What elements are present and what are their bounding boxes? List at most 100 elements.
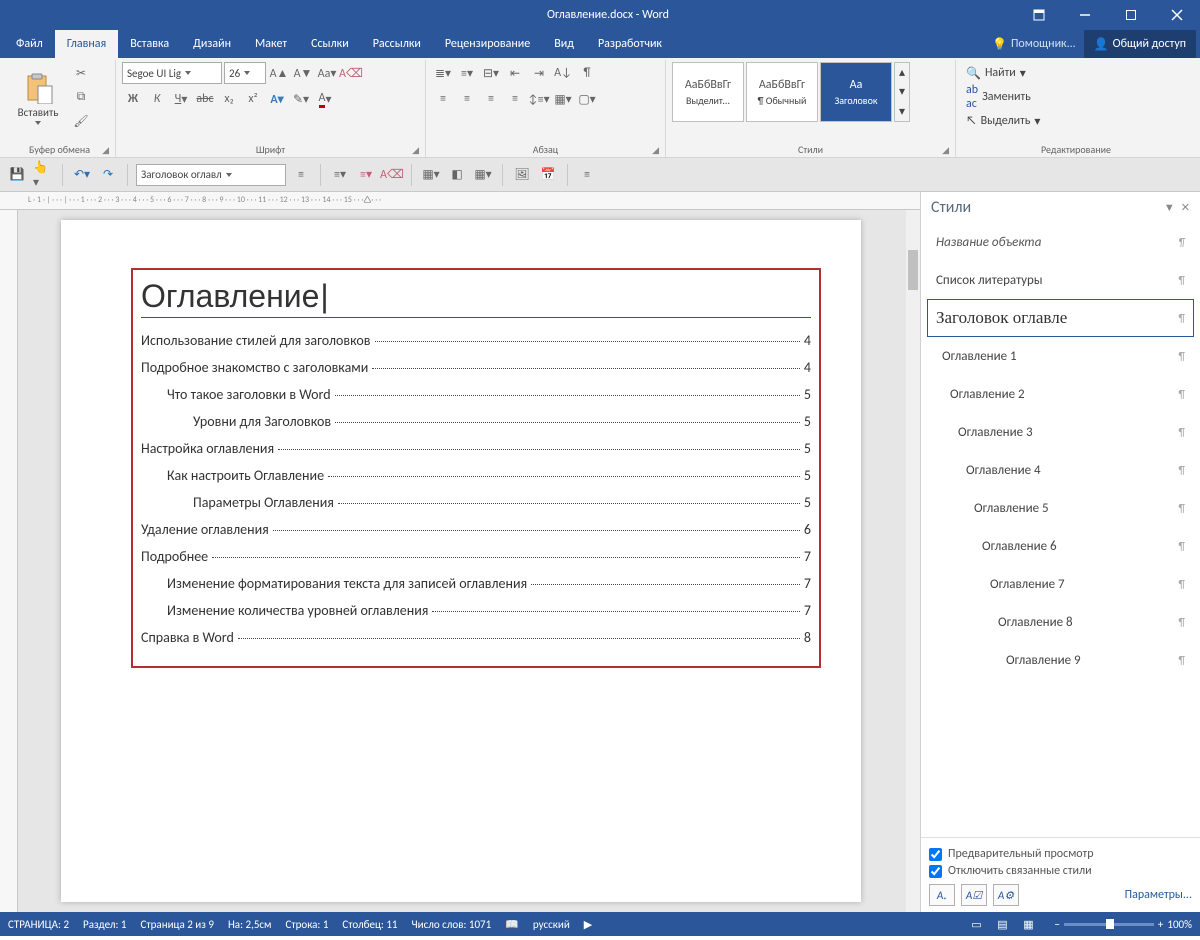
tab-главная[interactable]: Главная (55, 30, 118, 58)
font-name-select[interactable]: Segoe UI Lig (122, 62, 222, 84)
toc-entry[interactable]: Подробное знакомство с заголовками4 (141, 359, 811, 376)
font-size-select[interactable]: 26 (224, 62, 266, 84)
format-painter-icon[interactable]: 🖌 (70, 110, 92, 132)
style-item[interactable]: Оглавление 5¶ (927, 489, 1194, 527)
font-color-icon[interactable]: A▾ (314, 88, 336, 110)
pane-close-icon[interactable]: ✕ (1181, 201, 1190, 214)
qat-table-icon[interactable]: ▦▾ (420, 164, 442, 186)
zoom-level[interactable]: 100% (1167, 918, 1192, 931)
style-item[interactable]: Оглавление 4¶ (927, 451, 1194, 489)
horizontal-ruler[interactable]: L · 1 · | · · · | · · · 1 · · · 2 · · · … (0, 192, 920, 210)
style-item[interactable]: Оглавление 8¶ (927, 603, 1194, 641)
style-chip[interactable]: АаЗаголовок (820, 62, 892, 122)
align-right-icon[interactable]: ≡ (480, 88, 502, 110)
qat-more-icon[interactable]: ≡ (576, 164, 598, 186)
qat-list-icon[interactable]: ≡ (290, 164, 312, 186)
toc-entry[interactable]: Параметры Оглавления5 (141, 494, 811, 511)
status-line[interactable]: Строка: 1 (286, 918, 329, 931)
style-inspector-button[interactable]: A☑ (961, 884, 987, 906)
toc-entry[interactable]: Удаление оглавления6 (141, 521, 811, 538)
numbering-icon[interactable]: ≡▾ (456, 62, 478, 84)
disable-linked-checkbox[interactable]: Отключить связанные стили (929, 864, 1192, 878)
toc-entry[interactable]: Изменение количества уровней оглавления7 (141, 602, 811, 619)
style-select[interactable]: Заголовок оглавл (136, 164, 286, 186)
preview-checkbox[interactable]: Предварительный просмотр (929, 847, 1192, 861)
toc-entry[interactable]: Справка в Word8 (141, 629, 811, 646)
subscript-button[interactable]: x₂ (218, 88, 240, 110)
zoom-slider[interactable] (1064, 923, 1154, 926)
cut-icon[interactable]: ✂ (70, 62, 92, 84)
tab-файл[interactable]: Файл (4, 30, 55, 58)
style-item[interactable]: Оглавление 2¶ (927, 375, 1194, 413)
print-layout-icon[interactable]: ▤ (990, 915, 1014, 933)
tab-разработчик[interactable]: Разработчик (586, 30, 674, 58)
pilcrow-icon[interactable]: ¶ (576, 62, 598, 84)
borders-icon[interactable]: ▢▾ (576, 88, 598, 110)
tab-рецензирование[interactable]: Рецензирование (433, 30, 542, 58)
style-chip[interactable]: АаБбВвГгВыделит... (672, 62, 744, 122)
tab-вставка[interactable]: Вставка (118, 30, 181, 58)
text-effects-icon[interactable]: A▾ (266, 88, 288, 110)
tab-макет[interactable]: Макет (243, 30, 299, 58)
style-gallery-more[interactable]: ▴▾▾ (894, 62, 910, 122)
style-chip[interactable]: АаБбВвГг¶ Обычный (746, 62, 818, 122)
web-layout-icon[interactable]: ▦ (1016, 915, 1040, 933)
qat-image-icon[interactable]: 🖼 (511, 164, 533, 186)
italic-button[interactable]: К (146, 88, 168, 110)
close-icon[interactable] (1154, 0, 1200, 30)
sort-icon[interactable]: A↓ (552, 62, 574, 84)
style-item[interactable]: Оглавление 6¶ (927, 527, 1194, 565)
style-item[interactable]: Оглавление 1¶ (927, 337, 1194, 375)
qat-bullets-icon[interactable]: ≡▾ (329, 164, 351, 186)
qat-eraser-icon[interactable]: ◧ (446, 164, 468, 186)
zoom-control[interactable]: − + 100% (1054, 918, 1192, 931)
qat-clear-icon[interactable]: A⌫ (381, 164, 403, 186)
pane-dropdown-icon[interactable]: ▼ (1164, 201, 1175, 214)
toc-entry[interactable]: Что такое заголовки в Word5 (141, 386, 811, 403)
grow-font-icon[interactable]: A▲ (268, 62, 290, 84)
bold-button[interactable]: Ж (122, 88, 144, 110)
toc-entry[interactable]: Подробнее7 (141, 548, 811, 565)
toc-entry[interactable]: Уровни для Заголовков5 (141, 413, 811, 430)
status-spell-icon[interactable]: 📖 (505, 918, 519, 931)
change-case-icon[interactable]: Aa▾ (316, 62, 338, 84)
zoom-in-icon[interactable]: + (1158, 918, 1163, 931)
new-style-button[interactable]: A₊ (929, 884, 955, 906)
tab-рассылки[interactable]: Рассылки (361, 30, 433, 58)
toc-entry[interactable]: Как настроить Оглавление5 (141, 467, 811, 484)
status-language[interactable]: русский (533, 918, 570, 931)
status-words[interactable]: Число слов: 1071 (412, 918, 492, 931)
qat-numbers-icon[interactable]: ≡▾ (355, 164, 377, 186)
ribbon-options-icon[interactable] (1016, 0, 1062, 30)
redo-icon[interactable]: ↷ (97, 164, 119, 186)
style-item[interactable]: Оглавление 7¶ (927, 565, 1194, 603)
decrease-indent-icon[interactable]: ⇤ (504, 62, 526, 84)
style-item[interactable]: Список литературы¶ (927, 261, 1194, 299)
launcher-icon[interactable]: ◢ (652, 145, 659, 156)
status-col[interactable]: Столбец: 11 (342, 918, 397, 931)
manage-styles-button[interactable]: A⚙ (993, 884, 1019, 906)
clear-format-icon[interactable]: A⌫ (340, 62, 362, 84)
tab-вид[interactable]: Вид (542, 30, 586, 58)
style-item[interactable]: Заголовок оглавле¶ (927, 299, 1194, 337)
status-pos[interactable]: На: 2,5см (228, 918, 272, 931)
zoom-out-icon[interactable]: − (1054, 918, 1059, 931)
vertical-scrollbar[interactable] (906, 210, 920, 912)
save-icon[interactable]: 💾 (6, 164, 28, 186)
qat-shading-icon[interactable]: ▦▾ (472, 164, 494, 186)
launcher-icon[interactable]: ◢ (102, 145, 109, 156)
select-button[interactable]: ↖Выделить ▾ (962, 110, 1044, 132)
tab-ссылки[interactable]: Ссылки (299, 30, 361, 58)
share-button[interactable]: 👤 Общий доступ (1084, 30, 1196, 58)
status-page-of[interactable]: Страница 2 из 9 (141, 918, 214, 931)
increase-indent-icon[interactable]: ⇥ (528, 62, 550, 84)
read-mode-icon[interactable]: ▭ (964, 915, 988, 933)
justify-icon[interactable]: ≡ (504, 88, 526, 110)
strike-button[interactable]: abc (194, 88, 216, 110)
tab-дизайн[interactable]: Дизайн (181, 30, 243, 58)
find-button[interactable]: 🔍Найти ▾ (962, 62, 1044, 84)
highlight-icon[interactable]: ✎▾ (290, 88, 312, 110)
tell-me[interactable]: 💡 Помощник... (984, 30, 1084, 58)
maximize-icon[interactable] (1108, 0, 1154, 30)
page[interactable]: Оглавление Использование стилей для заго… (61, 220, 861, 902)
